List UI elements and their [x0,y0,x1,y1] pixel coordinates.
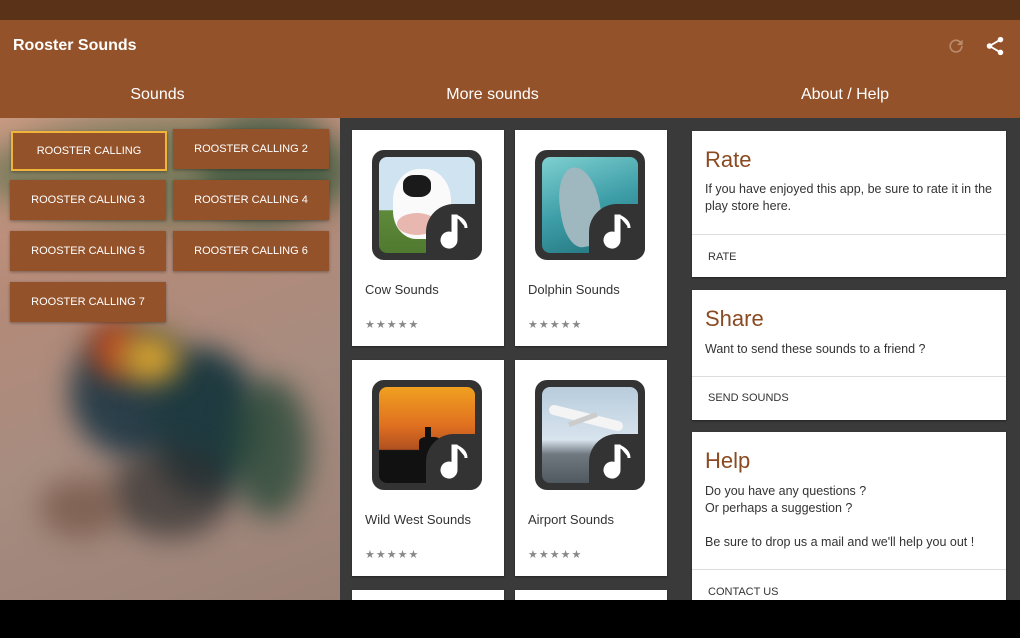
sound-button-6[interactable]: ROOSTER CALLING 6 [173,231,329,271]
app-card-wild-west[interactable]: Wild West Sounds ★★★★★ [352,360,504,576]
sounds-panel: ROOSTER CALLING ROOSTER CALLING 2 ROOSTE… [0,118,340,600]
music-note-icon [426,434,482,490]
app-icon-dolphin [535,150,645,260]
tab-bar: Sounds More sounds About / Help [0,72,1020,118]
app-card-cow[interactable]: Cow Sounds ★★★★★ [352,130,504,346]
rate-card: Rate If you have enjoyed this app, be su… [692,131,1006,277]
app-card-partial[interactable] [352,590,504,600]
help-body-line-3: Be sure to drop us a mail and we'll help… [705,535,975,549]
help-title: Help [705,448,751,473]
app-icon-airport [535,380,645,490]
divider [692,376,1006,377]
app-icon-cow [372,150,482,260]
share-title: Share [705,306,764,331]
divider [692,234,1006,235]
app-card-airport[interactable]: Airport Sounds ★★★★★ [515,360,667,576]
app-card-label: Wild West Sounds [365,512,471,527]
help-card: Help Do you have any questions ? Or perh… [692,432,1006,600]
rating-stars: ★★★★★ [528,319,583,331]
sound-button-1[interactable]: ROOSTER CALLING [11,131,167,171]
rating-stars: ★★★★★ [365,319,420,331]
rate-body: If you have enjoyed this app, be sure to… [705,182,992,213]
rating-stars: ★★★★★ [365,549,420,561]
music-note-icon [589,204,645,260]
sound-button-7[interactable]: ROOSTER CALLING 7 [10,282,166,322]
divider [692,569,1006,570]
status-bar [0,0,1020,20]
app-title: Rooster Sounds [13,37,137,54]
app-bar: Rooster Sounds Sounds More sounds About … [0,20,1020,118]
tab-sounds[interactable]: Sounds [0,86,315,104]
app-card-label: Dolphin Sounds [528,282,620,297]
rating-stars: ★★★★★ [528,549,583,561]
sound-button-5[interactable]: ROOSTER CALLING 5 [10,231,166,271]
more-sounds-panel: Cow Sounds ★★★★★ Dolphin Sounds ★★★★★ Wi… [340,118,680,600]
app-card-label: Cow Sounds [365,282,439,297]
rate-button[interactable]: RATE [708,251,737,263]
music-note-icon [426,204,482,260]
app-card-partial[interactable] [515,590,667,600]
help-body-line-1: Do you have any questions ? [705,484,867,498]
help-body-line-2: Or perhaps a suggestion ? [705,501,853,515]
tab-about-help[interactable]: About / Help [670,86,1020,104]
share-card: Share Want to send these sounds to a fri… [692,290,1006,420]
app-icon-wild-west [372,380,482,490]
rate-title: Rate [705,147,752,172]
tab-more-sounds[interactable]: More sounds [315,86,670,104]
music-note-icon [589,434,645,490]
app-card-label: Airport Sounds [528,512,614,527]
system-nav-bar [0,600,1020,638]
send-sounds-button[interactable]: SEND SOUNDS [708,392,789,404]
sound-button-3[interactable]: ROOSTER CALLING 3 [10,180,166,220]
share-body: Want to send these sounds to a friend ? [705,342,926,356]
sound-button-2[interactable]: ROOSTER CALLING 2 [173,129,329,169]
refresh-icon[interactable] [946,36,966,56]
share-icon[interactable] [984,35,1006,57]
contact-us-button[interactable]: CONTACT US [708,586,779,598]
sound-button-4[interactable]: ROOSTER CALLING 4 [173,180,329,220]
app-card-dolphin[interactable]: Dolphin Sounds ★★★★★ [515,130,667,346]
about-help-panel: Rate If you have enjoyed this app, be su… [680,118,1020,600]
